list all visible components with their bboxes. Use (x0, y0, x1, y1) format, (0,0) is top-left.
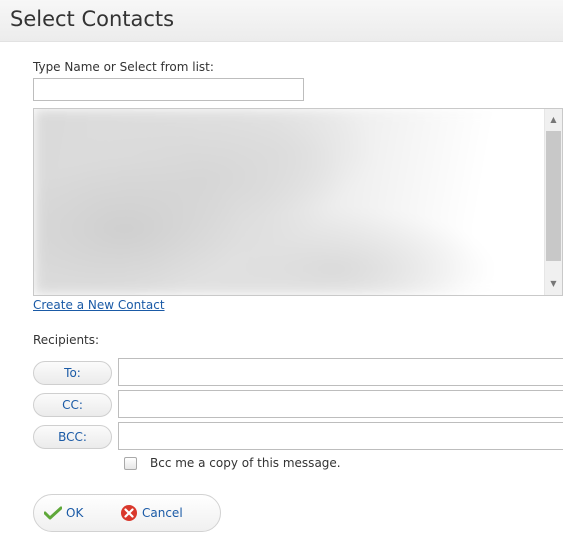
bcc-field[interactable] (118, 422, 563, 450)
contact-list-blurred-content (34, 109, 544, 295)
contact-search-input[interactable] (33, 78, 304, 101)
cc-field[interactable] (118, 390, 563, 418)
dialog-button-group: OK Cancel (33, 494, 221, 532)
dialog-title: Select Contacts (10, 7, 175, 31)
search-label: Type Name or Select from list: (33, 60, 214, 74)
bcc-button[interactable]: BCC: (33, 425, 112, 449)
dialog-titlebar: Select Contacts (0, 0, 563, 42)
bcc-me-label: Bcc me a copy of this message. (150, 456, 341, 470)
scroll-up-arrow-icon[interactable]: ▲ (545, 111, 562, 128)
to-field[interactable] (118, 358, 563, 386)
ok-label: OK (66, 506, 84, 520)
scroll-down-arrow-icon[interactable]: ▼ (545, 275, 562, 292)
cancel-x-icon (121, 505, 137, 521)
recipients-label: Recipients: (33, 333, 100, 347)
scroll-thumb[interactable] (546, 131, 561, 261)
checkmark-icon (44, 506, 62, 520)
cancel-label: Cancel (142, 506, 183, 520)
ok-button[interactable]: OK (44, 495, 83, 531)
bcc-me-checkbox[interactable] (124, 457, 137, 470)
cancel-button[interactable]: Cancel (120, 495, 183, 531)
to-button[interactable]: To: (33, 361, 112, 385)
contact-list-scrollbar[interactable]: ▲ ▼ (544, 109, 562, 295)
cc-button[interactable]: CC: (33, 393, 112, 417)
contact-listbox[interactable]: ▲ ▼ (33, 108, 563, 296)
create-new-contact-link[interactable]: Create a New Contact (33, 298, 165, 312)
